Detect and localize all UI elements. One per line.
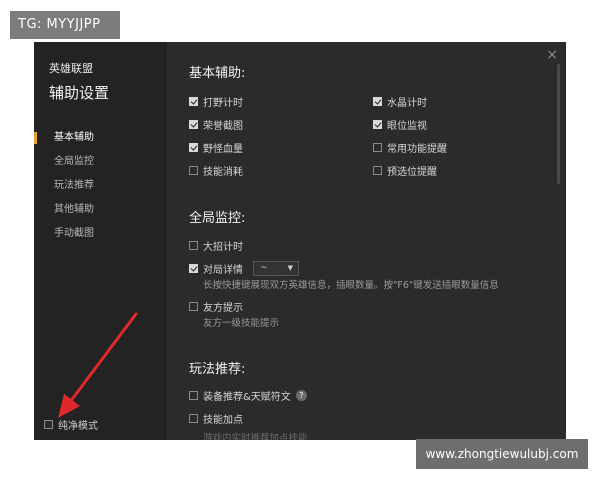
option-label: 友方提示 bbox=[203, 303, 243, 314]
help-icon[interactable]: ? bbox=[295, 390, 307, 401]
option-label: 打野计时 bbox=[203, 98, 243, 109]
option-label: 大招计时 bbox=[203, 242, 243, 253]
sidebar-item-other-assist[interactable]: 其他辅助 bbox=[34, 198, 165, 222]
option-label: 技能消耗 bbox=[203, 167, 243, 178]
overlay-tag: TG: MYYJJPP bbox=[10, 11, 120, 39]
option-label: 眼位监视 bbox=[387, 121, 427, 132]
checkbox[interactable] bbox=[189, 97, 198, 106]
settings-window: 英雄联盟 辅助设置 基本辅助 全局监控 玩法推荐 其他辅助 手动截图 纯净模式 … bbox=[34, 42, 566, 440]
option-label: 预选位提醒 bbox=[387, 167, 437, 178]
checkbox[interactable] bbox=[189, 241, 198, 250]
scrollbar[interactable] bbox=[557, 64, 560, 184]
option-label: 对局详情 bbox=[203, 265, 243, 276]
option-label: 装备推荐&天赋符文 bbox=[203, 392, 291, 403]
option-skill-cost[interactable]: 技能消耗 bbox=[189, 163, 243, 178]
checkbox[interactable] bbox=[189, 414, 198, 423]
ally-hint-description: 友方一级技能提示 bbox=[203, 318, 280, 329]
game-title: 英雄联盟 bbox=[49, 62, 93, 75]
section-title-basic: 基本辅助: bbox=[189, 66, 246, 81]
option-label: 常用功能提醒 bbox=[387, 144, 447, 155]
sidebar-item-global-monitor[interactable]: 全局监控 bbox=[34, 150, 165, 174]
option-monster-hp[interactable]: 野怪血量 bbox=[189, 140, 243, 155]
option-ult-timer[interactable]: 大招计时 bbox=[189, 238, 243, 253]
option-ward-monitor[interactable]: 眼位监视 bbox=[373, 117, 427, 132]
option-skill-points[interactable]: 技能加点 bbox=[189, 411, 243, 426]
hotkey-select-value: ~ bbox=[260, 263, 268, 273]
option-label: 荣誉截图 bbox=[203, 121, 243, 132]
option-crystal-timer[interactable]: 水晶计时 bbox=[373, 94, 427, 109]
section-title-global: 全局监控: bbox=[189, 211, 246, 226]
chevron-down-icon: ▼ bbox=[287, 264, 293, 272]
annotation-arrow-icon bbox=[58, 312, 138, 418]
sidebar-item-basic-assist[interactable]: 基本辅助 bbox=[34, 126, 165, 150]
page-title: 辅助设置 bbox=[49, 84, 110, 102]
pure-mode-label: 纯净模式 bbox=[58, 421, 98, 432]
checkbox[interactable] bbox=[373, 143, 382, 152]
sidebar-item-manual-screenshot[interactable]: 手动截图 bbox=[34, 222, 165, 246]
pure-mode-checkbox[interactable] bbox=[44, 420, 53, 429]
sidebar-nav: 基本辅助 全局监控 玩法推荐 其他辅助 手动截图 bbox=[34, 126, 165, 246]
checkbox[interactable] bbox=[373, 166, 382, 175]
option-ally-hint[interactable]: 友方提示 bbox=[189, 299, 243, 314]
settings-content: 基本辅助: 打野计时 荣誉截图 野怪血量 技能消耗 水晶计时 眼位监视 常用功能… bbox=[189, 42, 549, 440]
checkbox[interactable] bbox=[189, 166, 198, 175]
pure-mode-toggle[interactable]: 纯净模式 bbox=[44, 417, 98, 432]
option-label: 技能加点 bbox=[203, 415, 243, 426]
hotkey-select[interactable]: ~ ▼ bbox=[253, 261, 299, 276]
checkbox[interactable] bbox=[189, 264, 198, 273]
option-match-detail[interactable]: 对局详情 ~ ▼ bbox=[189, 261, 299, 276]
checkbox[interactable] bbox=[189, 391, 198, 400]
sidebar-item-play-recommend[interactable]: 玩法推荐 bbox=[34, 174, 165, 198]
option-label: 水晶计时 bbox=[387, 98, 427, 109]
checkbox[interactable] bbox=[373, 97, 382, 106]
checkbox[interactable] bbox=[189, 302, 198, 311]
option-common-reminder[interactable]: 常用功能提醒 bbox=[373, 140, 447, 155]
option-equip-recommend[interactable]: 装备推荐&天赋符文 ? bbox=[189, 388, 307, 403]
checkbox[interactable] bbox=[189, 120, 198, 129]
skill-points-description: 游戏内实时推荐加点技能 bbox=[203, 433, 308, 440]
checkbox[interactable] bbox=[373, 120, 382, 129]
watermark: www.zhongtiewulubj.com bbox=[416, 439, 588, 469]
sidebar: 英雄联盟 辅助设置 基本辅助 全局监控 玩法推荐 其他辅助 手动截图 纯净模式 bbox=[34, 42, 166, 440]
option-label: 野怪血量 bbox=[203, 144, 243, 155]
checkbox[interactable] bbox=[189, 143, 198, 152]
section-title-play: 玩法推荐: bbox=[189, 362, 246, 377]
option-preselect-reminder[interactable]: 预选位提醒 bbox=[373, 163, 437, 178]
option-jungle-timer[interactable]: 打野计时 bbox=[189, 94, 243, 109]
match-detail-description: 长按快捷键展现双方英雄信息，插眼数量。按"F6"键发送插眼数量信息 bbox=[203, 280, 499, 291]
option-honor-screenshot[interactable]: 荣誉截图 bbox=[189, 117, 243, 132]
